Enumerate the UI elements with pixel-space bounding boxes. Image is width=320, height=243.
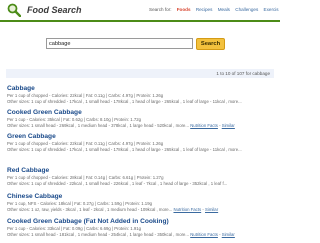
result-title-link[interactable]: Cooked Green Cabbage (Fat Not Added in C… bbox=[7, 218, 275, 226]
nutrition-facts-link[interactable]: Nutrition Facts bbox=[190, 123, 218, 128]
result-item: Cooked Green Cabbage (Fat Not Added in C… bbox=[7, 218, 275, 238]
result-other-sizes: Other sizes: 1 small head - 269kcal , 1 … bbox=[7, 123, 189, 128]
nav-item-foods[interactable]: Foods bbox=[177, 7, 191, 12]
result-other-sizes-row: Other sizes: 1 oz, raw, yields - 3kcal ,… bbox=[7, 207, 275, 213]
result-other-sizes-row: Other sizes: 1 small head - 269kcal , 1 … bbox=[7, 123, 275, 129]
header-divider bbox=[0, 20, 280, 22]
results-count: 1 to 10 of 107 for cabbage bbox=[216, 70, 270, 76]
result-item: Green Cabbage Per 1 cup of chopped - Cal… bbox=[7, 133, 275, 153]
nav-item-exercise[interactable]: Exercis bbox=[264, 7, 279, 12]
similar-link[interactable]: Similar bbox=[205, 207, 218, 212]
page-title: Food Search bbox=[27, 5, 82, 15]
result-other-sizes: Other sizes: 1 small head - 181kcal , 1 … bbox=[7, 232, 189, 237]
similar-link[interactable]: Similar bbox=[222, 123, 235, 128]
search-button[interactable]: Search bbox=[196, 38, 225, 50]
nutrition-facts-link[interactable]: Nutrition Facts bbox=[173, 207, 201, 212]
result-title-link[interactable]: Cooked Green Cabbage bbox=[7, 109, 275, 117]
search-input[interactable] bbox=[46, 38, 193, 49]
food-search-page: Food Search Search for: Foods Recipes Me… bbox=[0, 0, 280, 243]
results-summary-bar: 1 to 10 of 107 for cabbage bbox=[6, 69, 274, 78]
result-item: Red Cabbage Per 1 cup of chopped - Calor… bbox=[7, 167, 275, 187]
result-other-sizes-row: Other sizes: 1 small head - 181kcal , 1 … bbox=[7, 232, 275, 238]
result-title-link[interactable]: Green Cabbage bbox=[7, 133, 275, 141]
site-header: Food Search Search for: Foods Recipes Me… bbox=[0, 0, 280, 23]
result-other-sizes: Other sizes: 1 oz, raw, yields - 3kcal ,… bbox=[7, 207, 173, 212]
nav-item-recipes[interactable]: Recipes bbox=[196, 7, 213, 12]
magnifier-logo-icon bbox=[7, 3, 21, 17]
search-type-nav: Search for: Foods Recipes Meals Challeng… bbox=[149, 7, 280, 12]
nutrition-facts-link[interactable]: Nutrition Facts bbox=[190, 232, 218, 237]
result-title-link[interactable]: Red Cabbage bbox=[7, 167, 275, 175]
nav-item-challenges[interactable]: Challenges bbox=[235, 7, 258, 12]
result-other-sizes: Other sizes: 1 cup of shredded - 22kcal … bbox=[7, 181, 228, 186]
result-item: Cooked Green Cabbage Per 1 cup - Calorie… bbox=[7, 109, 275, 129]
nav-item-meals[interactable]: Meals bbox=[218, 7, 230, 12]
search-for-label: Search for: bbox=[149, 7, 172, 12]
result-other-sizes: Other sizes: 1 cup of shredded - 17kcal … bbox=[7, 147, 242, 152]
result-title-link[interactable]: Chinese Cabbage bbox=[7, 193, 275, 201]
result-item: Chinese Cabbage Per 1 cup, NFS - Calorie… bbox=[7, 193, 275, 213]
result-title-link[interactable]: Cabbage bbox=[7, 85, 275, 93]
result-item: Cabbage Per 1 cup of chopped - Calories:… bbox=[7, 85, 275, 105]
result-other-sizes: Other sizes: 1 cup of shredded - 17kcal … bbox=[7, 99, 242, 104]
similar-link[interactable]: Similar bbox=[222, 232, 235, 237]
